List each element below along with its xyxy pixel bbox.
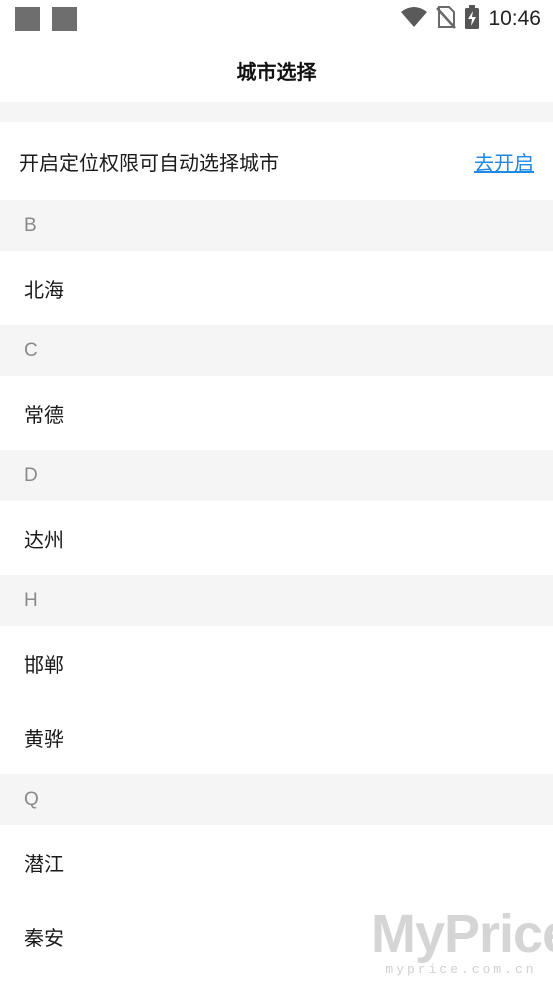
section-header-b: B <box>0 200 553 251</box>
city-item[interactable]: 达州 <box>0 501 553 575</box>
city-item[interactable]: 常德 <box>0 376 553 450</box>
city-item[interactable]: 黄骅 <box>0 700 553 774</box>
city-item[interactable]: 秦安 <box>0 899 553 973</box>
enable-location-link[interactable]: 去开启 <box>474 147 534 176</box>
page-title: 城市选择 <box>236 59 317 84</box>
no-sim-icon <box>436 5 457 33</box>
section-header-h: H <box>0 575 553 626</box>
notification-square-icon <box>15 7 40 31</box>
section-header-d: D <box>0 450 553 501</box>
location-permission-text: 开启定位权限可自动选择城市 <box>19 150 279 175</box>
status-time: 10:46 <box>488 7 541 30</box>
wifi-icon <box>400 6 428 32</box>
section-header-c: C <box>0 325 553 376</box>
city-item[interactable]: 邯郸 <box>0 626 553 700</box>
status-icons: 10:46 <box>400 5 541 33</box>
city-list: B 北海 C 常德 D 达州 H 邯郸 黄骅 Q 潜江 秦安 <box>0 200 553 973</box>
location-permission-row: 开启定位权限可自动选择城市 去开启 <box>0 122 553 200</box>
city-item[interactable]: 潜江 <box>0 825 553 899</box>
status-bar: 10:46 <box>0 0 553 38</box>
section-header-q: Q <box>0 774 553 825</box>
notification-square-icon <box>52 7 77 31</box>
battery-charging-icon <box>464 5 480 33</box>
divider <box>0 102 553 122</box>
city-item[interactable]: 北海 <box>0 251 553 325</box>
